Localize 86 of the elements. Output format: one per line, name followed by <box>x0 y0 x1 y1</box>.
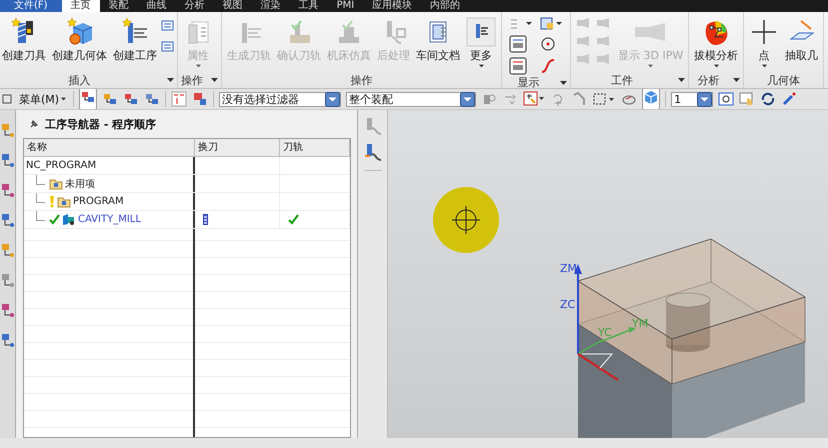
panel-title: 工序导航器 - 程序顺序 <box>45 116 156 132</box>
cube-icon <box>64 17 94 47</box>
ribbon-button[interactable]: 更多 <box>464 17 498 68</box>
hatch-icon[interactable] <box>509 35 527 53</box>
group-label: 插入 <box>68 72 92 88</box>
column-header[interactable]: 换刀 <box>195 139 280 156</box>
zoom-icon[interactable] <box>718 91 734 107</box>
caret-icon[interactable] <box>167 78 174 82</box>
toolpath-icon <box>466 17 496 47</box>
operation-icon <box>62 213 76 226</box>
select-icon[interactable] <box>144 91 160 107</box>
menu-button[interactable]: 菜单(M) <box>17 92 68 106</box>
brush-icon[interactable] <box>781 91 798 107</box>
tab-icon[interactable] <box>0 242 14 258</box>
group-label: 操作 <box>350 72 374 88</box>
caret-icon[interactable] <box>733 78 740 82</box>
axis-label: YC <box>598 326 612 339</box>
folder-icon <box>57 196 71 208</box>
cursor-highlight <box>433 187 499 253</box>
scope-dropdown[interactable]: 整个装配 <box>346 92 476 106</box>
caret-icon <box>61 97 66 101</box>
axis-label: YM <box>632 317 648 330</box>
caret-icon <box>762 64 767 68</box>
ribbon-tab[interactable]: PMI <box>328 0 364 12</box>
caret-icon[interactable] <box>678 78 686 82</box>
group-label: 操作 <box>181 72 203 88</box>
type-filter-dropdown[interactable]: 没有选择过滤器 <box>219 92 342 106</box>
layer-dropdown[interactable]: 1 <box>671 92 714 106</box>
tree-line <box>36 192 45 202</box>
ribbon-tab[interactable]: 工具 <box>290 0 328 12</box>
caret-icon <box>648 64 654 68</box>
ribbon-tab[interactable]: 装配 <box>100 0 138 12</box>
cube-icon[interactable] <box>643 89 660 105</box>
column-header[interactable]: 刀轨 <box>280 139 350 156</box>
tree-line <box>36 174 45 184</box>
group-label: 分析 <box>696 72 721 88</box>
menu-icon <box>2 93 12 105</box>
select-icon[interactable] <box>102 91 118 107</box>
path-display-icon[interactable] <box>509 17 533 31</box>
small-tool-icon[interactable] <box>161 19 174 32</box>
tab-icon[interactable] <box>0 122 14 138</box>
tree-item[interactable]: NC_PROGRAM <box>26 160 96 171</box>
tree-item[interactable]: 未用项 <box>65 176 95 190</box>
pin-icon[interactable] <box>29 119 39 129</box>
curve-icon[interactable] <box>539 57 557 75</box>
caret-icon[interactable] <box>560 80 567 84</box>
tab-icon[interactable] <box>0 152 14 168</box>
hatch-icon[interactable] <box>509 57 527 75</box>
ribbon-button[interactable]: 点 <box>747 17 782 68</box>
ribbon-button[interactable]: 拔模分析 <box>692 17 740 68</box>
tree-line <box>36 210 45 220</box>
caret-icon <box>478 64 484 68</box>
ribbon-button[interactable]: 创建工序 <box>111 17 159 63</box>
tree-item[interactable]: PROGRAM <box>73 196 124 207</box>
ribbon-button[interactable]: 抽取几 <box>783 17 820 63</box>
ribbon-button[interactable]: 创建几何体 <box>50 17 109 63</box>
machine-tool-icon[interactable] <box>362 142 382 162</box>
target-icon[interactable] <box>539 35 557 53</box>
ribbon-button[interactable]: 车间文档 <box>414 17 462 63</box>
folder-icon <box>49 178 63 190</box>
group-label: 工件 <box>610 72 634 88</box>
small-tool-icon[interactable] <box>161 40 174 53</box>
tab-icon[interactable] <box>0 212 14 228</box>
group-label: 几何体 <box>766 72 802 88</box>
group-label: 显示 <box>516 75 540 88</box>
caret-icon <box>196 64 200 68</box>
axis-label: ZM <box>560 262 578 275</box>
axis-label: ZC <box>560 298 576 311</box>
caret-icon[interactable] <box>211 78 218 82</box>
ribbon-button[interactable]: 创建刀具 <box>0 17 48 63</box>
ribbon-tab[interactable]: 分析 <box>176 0 214 12</box>
layer-icon[interactable] <box>539 17 563 31</box>
select-icon[interactable] <box>123 91 140 107</box>
tab-icon[interactable] <box>0 182 14 198</box>
tab-icon[interactable] <box>0 332 14 348</box>
select-icon[interactable] <box>80 89 96 105</box>
refresh-icon[interactable] <box>760 91 776 107</box>
snap-point-icon[interactable] <box>523 91 546 107</box>
column-header[interactable]: 名称 <box>24 139 195 156</box>
ribbon-tab[interactable]: 视图 <box>214 0 252 12</box>
tree-item[interactable]: CAVITY_MILL <box>78 214 141 225</box>
caret-icon <box>714 64 719 68</box>
tab-icon[interactable] <box>0 302 14 318</box>
box-select-icon[interactable] <box>592 91 616 107</box>
ribbon-tab[interactable]: 曲线 <box>138 0 176 12</box>
tab-icon[interactable] <box>0 272 14 288</box>
